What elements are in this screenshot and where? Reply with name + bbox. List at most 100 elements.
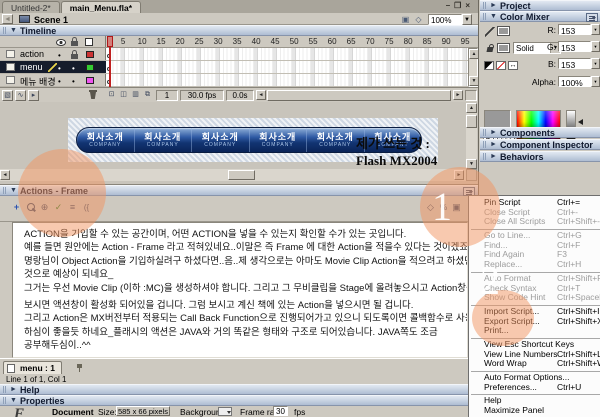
frame-rate-value[interactable]: 30.0 fps xyxy=(180,90,224,101)
alpha-spinner[interactable]: ▼ xyxy=(591,76,600,87)
components-panel-header[interactable]: ► Components xyxy=(480,127,600,138)
swap-colors-icon[interactable]: ↔ xyxy=(508,61,518,70)
stage-vertical-scrollbar[interactable]: ▲ ▼ xyxy=(466,103,477,169)
timeline-ruler[interactable]: 5101520253035404550556065707580859095 xyxy=(106,36,478,48)
blue-spinner[interactable]: ▼ xyxy=(591,58,600,69)
black-white-colors-icon[interactable] xyxy=(484,61,494,70)
check-syntax-icon[interactable]: ✓ xyxy=(52,201,65,214)
behaviors-panel-header[interactable]: ► Behaviors xyxy=(480,151,600,162)
stage-scroll-right-icon[interactable]: ► xyxy=(454,170,464,180)
script-editor[interactable]: ACTION을 기입할 수 있는 공간이며, 어떤 ACTION을 넣을 수 있… xyxy=(12,222,468,358)
document-size-button[interactable]: 585 x 66 pixels xyxy=(116,406,170,416)
menu-item[interactable]: Show Code Hint Ctrl+Spacebar xyxy=(469,293,600,303)
layer-row[interactable]: action • • xyxy=(0,48,106,61)
timeline-vertical-scrollbar[interactable]: ▲ ▼ xyxy=(468,48,478,87)
delete-layer-icon[interactable] xyxy=(88,90,98,100)
add-motion-guide-icon[interactable]: ∿ xyxy=(15,90,26,101)
layer-visible-dot[interactable]: • xyxy=(58,64,61,73)
layer-row[interactable]: 메뉴 배경 • • xyxy=(0,74,106,87)
back-button[interactable]: ◄ xyxy=(2,14,13,24)
stage-scroll-left-icon[interactable]: ◄ xyxy=(0,170,10,180)
pin-script-icon[interactable] xyxy=(76,363,85,372)
zoom-dropdown-arrow[interactable]: ▼ xyxy=(462,14,472,25)
fill-color-bucket-icon[interactable] xyxy=(485,44,495,54)
stroke-color-pencil-icon[interactable] xyxy=(485,27,495,37)
frame-row[interactable] xyxy=(106,48,468,61)
layer-unlocked-dot[interactable]: • xyxy=(72,77,75,86)
insert-layer-icon[interactable]: ▧ xyxy=(2,90,13,101)
nav-button[interactable]: 회사소개 COMPANY xyxy=(250,128,308,152)
frame-grid[interactable] xyxy=(106,48,468,87)
red-spinner[interactable]: ▼ xyxy=(591,24,600,35)
zoom-select[interactable]: 100% ▼ xyxy=(428,14,472,25)
outline-layers-icon[interactable] xyxy=(85,38,93,46)
restore-icon[interactable]: ❐ xyxy=(454,1,465,10)
framerate-input[interactable]: 30 xyxy=(273,406,288,416)
view-options-icon[interactable]: ▣ xyxy=(450,201,463,214)
tab-main-menu-fla[interactable]: main_Menu.fla* xyxy=(61,1,141,13)
add-script-item-icon[interactable]: + xyxy=(10,201,23,214)
stroke-color-swatch[interactable] xyxy=(497,26,510,36)
auto-format-icon[interactable]: ≡ xyxy=(66,201,79,214)
stage-hscroll-thumb[interactable] xyxy=(228,170,255,180)
lock-layers-icon[interactable] xyxy=(71,41,78,46)
edit-scene-icon[interactable]: ▣ xyxy=(400,14,411,25)
layer-row[interactable]: menu • • xyxy=(0,61,106,74)
properties-panel-header[interactable]: ▼ Properties xyxy=(0,395,478,406)
tab-untitled-2[interactable]: Untitled-2* xyxy=(2,1,60,13)
timeline-scroll-right-icon[interactable]: ► xyxy=(453,90,463,100)
stage-vscroll-thumb[interactable] xyxy=(466,115,477,128)
green-value-input[interactable]: 153 xyxy=(558,41,591,52)
timeline-panel-header[interactable]: ▼ Timeline xyxy=(0,25,478,36)
layer-lock-icon[interactable] xyxy=(71,54,78,59)
playhead[interactable] xyxy=(107,36,113,47)
layer-visible-dot[interactable]: • xyxy=(58,77,61,86)
stage-scroll-down-icon[interactable]: ▼ xyxy=(466,159,477,169)
component-inspector-panel-header[interactable]: ► Component Inspector xyxy=(480,139,600,150)
script-assist-icon[interactable]: % xyxy=(437,201,450,214)
fill-color-swatch[interactable] xyxy=(497,43,510,53)
help-panel-header[interactable]: ► Help xyxy=(0,384,478,395)
menu-item[interactable]: Print... xyxy=(469,326,600,336)
timeline-scroll-left-icon[interactable]: ◄ xyxy=(256,90,266,100)
layer-outline-color[interactable] xyxy=(86,77,94,84)
layer-outline-color[interactable] xyxy=(86,64,94,71)
insert-target-path-icon[interactable]: ⊕ xyxy=(38,201,51,214)
edit-multiple-frames-icon[interactable]: ⧉ xyxy=(142,90,153,101)
stage-scroll-up-icon[interactable]: ▲ xyxy=(466,103,477,113)
onion-skin-icon[interactable]: ◫ xyxy=(118,90,129,101)
show-hide-layers-icon[interactable] xyxy=(56,39,66,46)
green-spinner[interactable]: ▼ xyxy=(591,41,600,52)
no-color-icon[interactable] xyxy=(496,61,506,70)
script-tab-menu[interactable]: menu : 1 xyxy=(3,361,62,374)
close-icon[interactable]: × xyxy=(465,1,474,10)
insert-layer-folder-icon[interactable]: ▸ xyxy=(28,90,39,101)
edit-symbol-icon[interactable]: ◇ xyxy=(413,14,424,25)
menu-item[interactable]: Close All Scripts Ctrl+Shift+- xyxy=(469,217,600,227)
blue-value-input[interactable]: 153 xyxy=(558,58,591,69)
layer-outline-color[interactable] xyxy=(86,51,94,58)
alpha-value-input[interactable]: 100% xyxy=(558,76,591,87)
layer-unlocked-dot[interactable]: • xyxy=(72,64,75,73)
stage[interactable]: 회사소개 COMPANY 회사소개 COMPANY 회사소개 COMPANY 회… xyxy=(0,102,478,185)
actions-panel-header[interactable]: ▼ Actions - Frame xyxy=(0,185,478,196)
layer-name[interactable]: action xyxy=(20,49,44,59)
menu-item[interactable]: Preferences... Ctrl+U xyxy=(469,383,600,393)
minimize-icon[interactable]: – xyxy=(446,1,454,10)
nav-button[interactable]: 회사소개 COMPANY xyxy=(192,128,250,152)
center-frame-icon[interactable]: ⊡ xyxy=(106,90,117,101)
color-mixer-options-icon[interactable] xyxy=(586,13,598,22)
menu-item[interactable]: Replace... Ctrl+H xyxy=(469,260,600,270)
frame-row[interactable] xyxy=(106,61,468,74)
frame-row[interactable] xyxy=(106,74,468,87)
nav-button[interactable]: 회사소개 COMPANY xyxy=(77,128,135,152)
red-value-input[interactable]: 153 xyxy=(558,24,591,35)
menu-item[interactable]: Word Wrap Ctrl+Shift+W xyxy=(469,359,600,369)
color-mixer-panel-header[interactable]: ▼ Color Mixer xyxy=(480,11,600,22)
layer-name[interactable]: menu xyxy=(20,62,43,72)
stage-document[interactable]: 회사소개 COMPANY 회사소개 COMPANY 회사소개 COMPANY 회… xyxy=(68,118,438,162)
debug-options-icon[interactable]: ◇ xyxy=(424,201,437,214)
background-color-swatch[interactable] xyxy=(218,407,232,416)
nav-button[interactable]: 회사소개 COMPANY xyxy=(135,128,193,152)
brightness-slider-handle[interactable] xyxy=(578,119,583,125)
